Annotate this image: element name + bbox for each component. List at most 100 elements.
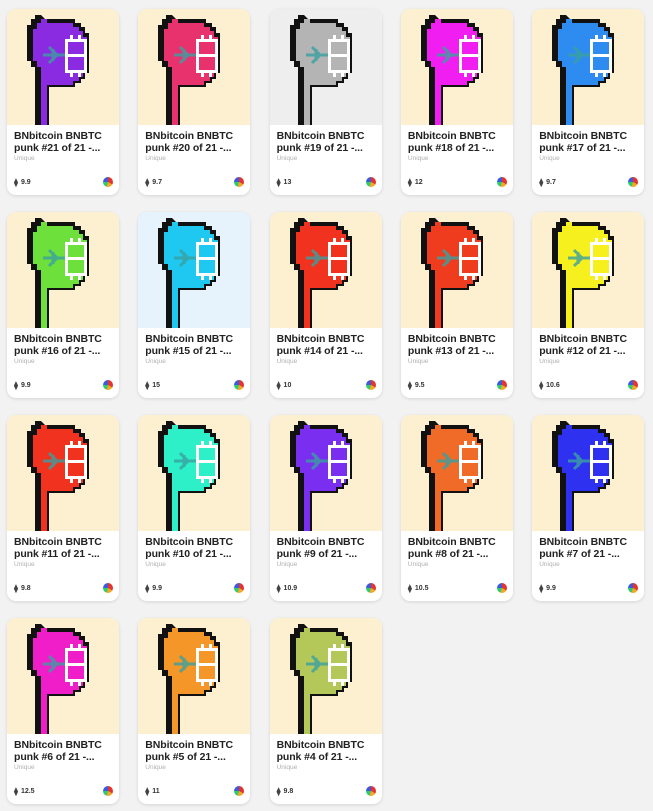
ethereum-icon: ⧫ <box>14 178 18 187</box>
nft-thumbnail[interactable] <box>400 9 513 125</box>
nft-title[interactable]: BNbitcoin BNBTC punk #5 of 21 -... <box>145 739 245 763</box>
nft-card[interactable]: BNbitcoin BNBTC punk #7 of 21 -... Unique… <box>532 415 645 601</box>
nft-card[interactable]: BNbitcoin BNBTC punk #19 of 21 -... Uniqu… <box>269 9 382 195</box>
chain-icon <box>365 583 376 593</box>
price-value: 9.9 <box>20 179 31 186</box>
nft-thumbnail[interactable] <box>7 618 119 734</box>
nft-thumbnail[interactable] <box>138 415 251 531</box>
nft-card[interactable]: BNbitcoin BNBTC punk #21 of 21 -... Uniqu… <box>7 9 119 195</box>
nft-thumbnail[interactable] <box>400 212 513 328</box>
nft-card[interactable]: BNbitcoin BNBTC punk #10 of 21 -... Uniqu… <box>138 415 251 601</box>
nft-card[interactable]: BNbitcoin BNBTC punk #9 of 21 -... Unique… <box>269 415 382 601</box>
nft-card[interactable]: BNbitcoin BNBTC punk #17 of 21 -... Uniqu… <box>532 9 645 195</box>
ethereum-icon: ⧫ <box>539 381 544 390</box>
ethereum-icon: ⧫ <box>145 381 150 390</box>
price-row: ⧫ 9.7 <box>145 178 162 187</box>
nft-title[interactable]: BNbitcoin BNBTC punk #18 of 21 -... <box>408 130 508 154</box>
price-row: ⧫ 9.8 <box>277 787 294 796</box>
punk-artwork <box>269 212 382 328</box>
chain-icon <box>103 583 113 593</box>
punk-artwork <box>400 415 513 531</box>
nft-title[interactable]: BNbitcoin BNBTC punk #19 of 21 -... <box>277 130 377 154</box>
nft-title[interactable]: BNbitcoin BNBTC punk #9 of 21 -... <box>277 536 377 560</box>
nft-card[interactable]: BNbitcoin BNBTC punk #16 of 21 -... Uniqu… <box>7 212 119 398</box>
nft-title[interactable]: BNbitcoin BNBTC punk #8 of 21 -... <box>408 536 508 560</box>
nft-thumbnail[interactable] <box>532 9 645 125</box>
nft-thumbnail[interactable] <box>400 415 513 531</box>
nft-thumbnail[interactable] <box>269 212 382 328</box>
nft-thumbnail[interactable] <box>138 212 251 328</box>
nft-title[interactable]: BNbitcoin BNBTC punk #17 of 21 -... <box>539 130 639 154</box>
price-row: ⧫ 11 <box>145 787 159 796</box>
nft-thumbnail[interactable] <box>532 415 645 531</box>
nft-thumbnail[interactable] <box>138 9 251 125</box>
nft-thumbnail[interactable] <box>269 618 382 734</box>
chain-icon <box>628 583 639 593</box>
nft-card[interactable]: BNbitcoin BNBTC punk #8 of 21 -... Unique… <box>400 415 513 601</box>
nft-title[interactable]: BNbitcoin BNBTC punk #14 of 21 -... <box>277 333 377 357</box>
punk-artwork <box>269 618 382 734</box>
price-row: ⧫ 10 <box>277 381 292 390</box>
chain-icon <box>628 177 639 187</box>
nft-thumbnail[interactable] <box>138 618 251 734</box>
nft-thumbnail[interactable] <box>7 9 119 125</box>
price-row: ⧫ 13 <box>277 178 292 187</box>
chain-icon <box>496 380 507 390</box>
collection-label: Unique <box>14 764 35 771</box>
nft-card[interactable]: BNbitcoin BNBTC punk #5 of 21 -... Unique… <box>138 618 251 804</box>
collection-label: Unique <box>276 358 298 365</box>
nft-card[interactable]: BNbitcoin BNBTC punk #15 of 21 -... Uniqu… <box>138 212 251 398</box>
nft-thumbnail[interactable] <box>7 415 119 531</box>
collection-label: Unique <box>276 764 298 771</box>
nft-title[interactable]: BNbitcoin BNBTC punk #11 of 21 -... <box>14 536 114 560</box>
nft-card[interactable]: BNbitcoin BNBTC punk #14 of 21 -... Uniqu… <box>269 212 382 398</box>
price-value: 10.9 <box>283 585 298 592</box>
punk-artwork <box>7 618 119 734</box>
price-row: ⧫ 12.5 <box>14 787 35 796</box>
collection-label: Unique <box>407 155 429 162</box>
price-value: 9.8 <box>283 788 294 795</box>
collection-label: Unique <box>145 561 166 568</box>
nft-card[interactable]: BNbitcoin BNBTC punk #11 of 21 -... Uniqu… <box>7 415 119 601</box>
chain-icon <box>103 177 113 187</box>
nft-thumbnail[interactable] <box>269 415 382 531</box>
nft-card[interactable]: BNbitcoin BNBTC punk #12 of 21 -... Uniqu… <box>532 212 645 398</box>
ethereum-icon: ⧫ <box>14 787 18 796</box>
punk-artwork <box>400 212 513 328</box>
nft-title[interactable]: BNbitcoin BNBTC punk #6 of 21 -... <box>14 739 114 763</box>
nft-thumbnail[interactable] <box>7 212 119 328</box>
nft-title[interactable]: BNbitcoin BNBTC punk #12 of 21 -... <box>539 333 639 357</box>
ethereum-icon: ⧫ <box>276 584 281 593</box>
nft-thumbnail[interactable] <box>532 212 645 328</box>
collection-label: Unique <box>539 358 560 365</box>
collection-label: Unique <box>276 155 298 162</box>
nft-title[interactable]: BNbitcoin BNBTC punk #15 of 21 -... <box>145 333 245 357</box>
nft-title[interactable]: BNbitcoin BNBTC punk #16 of 21 -... <box>14 333 114 357</box>
nft-card[interactable]: BNbitcoin BNBTC punk #20 of 21 -... Uniqu… <box>138 9 251 195</box>
nft-title[interactable]: BNbitcoin BNBTC punk #13 of 21 -... <box>408 333 508 357</box>
price-row: ⧫ 10.9 <box>277 584 298 593</box>
nft-card[interactable]: BNbitcoin BNBTC punk #4 of 21 -... Unique… <box>269 618 382 804</box>
nft-title[interactable]: BNbitcoin BNBTC punk #10 of 21 -... <box>145 536 245 560</box>
price-value: 9.8 <box>20 585 31 592</box>
ethereum-icon: ⧫ <box>14 584 18 593</box>
chain-icon <box>234 177 245 187</box>
nft-thumbnail[interactable] <box>269 9 382 125</box>
price-row: ⧫ 9.9 <box>14 381 31 390</box>
nft-title[interactable]: BNbitcoin BNBTC punk #21 of 21 -... <box>14 130 114 154</box>
nft-title[interactable]: BNbitcoin BNBTC punk #4 of 21 -... <box>277 739 377 763</box>
nft-title[interactable]: BNbitcoin BNBTC punk #7 of 21 -... <box>539 536 639 560</box>
collection-label: Unique <box>407 561 429 568</box>
punk-artwork <box>269 9 382 125</box>
punk-artwork <box>7 212 119 328</box>
price-value: 12.5 <box>20 788 35 795</box>
price-row: ⧫ 9.9 <box>539 584 556 593</box>
chain-icon <box>365 786 376 796</box>
collection-label: Unique <box>145 155 166 162</box>
price-row: ⧫ 10.5 <box>408 584 429 593</box>
nft-card[interactable]: BNbitcoin BNBTC punk #18 of 21 -... Uniqu… <box>400 9 513 195</box>
collection-label: Unique <box>407 358 429 365</box>
nft-title[interactable]: BNbitcoin BNBTC punk #20 of 21 -... <box>145 130 245 154</box>
nft-card[interactable]: BNbitcoin BNBTC punk #13 of 21 -... Uniqu… <box>400 212 513 398</box>
nft-card[interactable]: BNbitcoin BNBTC punk #6 of 21 -... Unique… <box>7 618 119 804</box>
